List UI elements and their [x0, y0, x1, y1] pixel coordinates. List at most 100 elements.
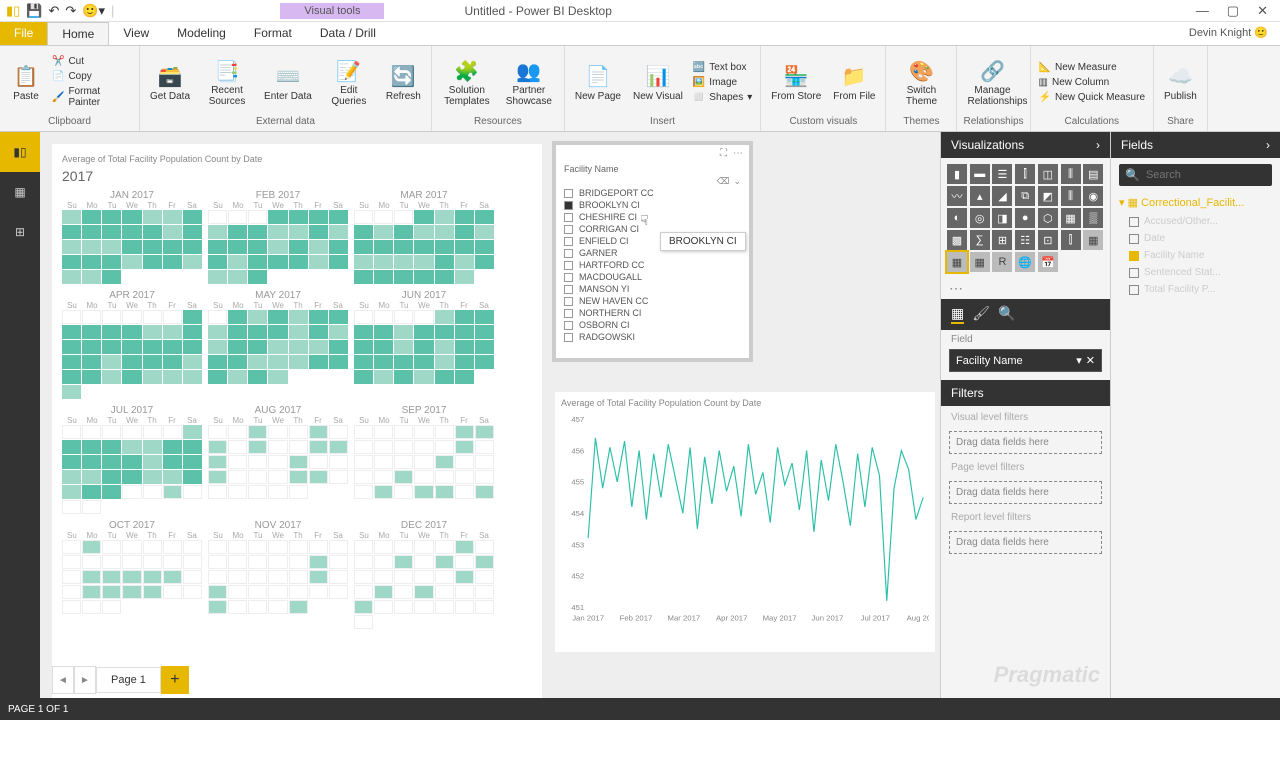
viz-type-button[interactable]: ▬ [970, 164, 990, 184]
from-store-button[interactable]: 🏪From Store [767, 61, 825, 104]
copy-button[interactable]: 📄Copy [50, 70, 133, 83]
new-measure-button[interactable]: 📐New Measure [1037, 61, 1147, 74]
undo-icon[interactable]: ↶ [49, 3, 60, 19]
viz-type-button[interactable]: ☰ [992, 164, 1012, 184]
username[interactable]: Devin Knight 🙂 [1177, 22, 1280, 45]
page-prev-button[interactable]: ◄ [52, 666, 74, 694]
field-remove-icon[interactable]: ✕ [1086, 354, 1095, 367]
fields-well-tab[interactable]: ▦ [951, 305, 964, 324]
slicer-item[interactable]: RADGOWSKI [564, 331, 741, 343]
visual-filters-drop[interactable]: Drag data fields here [949, 431, 1102, 454]
viz-type-button[interactable]: ⫼ [1061, 164, 1081, 184]
viz-type-button[interactable]: ⫿ [1061, 230, 1081, 250]
slicer-dropdown-icon[interactable]: ⌄ [733, 176, 741, 187]
viz-type-button[interactable]: ⧉ [1015, 186, 1035, 206]
get-data-button[interactable]: 🗃️Get Data [146, 61, 194, 104]
viz-type-button[interactable]: 🌐 [1015, 252, 1035, 272]
viz-type-button[interactable]: ▦ [970, 252, 990, 272]
contextual-tab[interactable]: Visual tools [280, 3, 384, 19]
viz-type-button[interactable]: 〰 [947, 186, 967, 206]
viz-type-button[interactable]: ∑ [970, 230, 990, 250]
tab-modeling[interactable]: Modeling [163, 22, 240, 45]
fields-table[interactable]: ▾ ▦ Correctional_Facilit... [1111, 192, 1280, 213]
image-button[interactable]: 🖼️Image [691, 76, 754, 89]
paste-button[interactable]: 📋Paste [6, 61, 46, 104]
minimize-button[interactable]: — [1196, 3, 1209, 19]
close-button[interactable]: ✕ [1257, 3, 1268, 19]
format-painter-button[interactable]: 🖌️Format Painter [50, 85, 133, 109]
viz-type-button[interactable]: ▴ [970, 186, 990, 206]
viz-type-button[interactable]: ⬡ [1038, 208, 1058, 228]
viz-type-button[interactable]: ⫿ [1015, 164, 1035, 184]
slicer-item[interactable]: OSBORN CI [564, 319, 741, 331]
viz-type-button[interactable]: ◩ [1038, 186, 1058, 206]
slicer-item[interactable]: CHESHIRE CI [564, 211, 741, 223]
textbox-button[interactable]: 🔤Text box [691, 61, 754, 74]
report-filters-drop[interactable]: Drag data fields here [949, 531, 1102, 554]
format-well-tab[interactable]: 🖌 [972, 305, 990, 324]
slicer-focus-icon[interactable]: ⛶ [720, 148, 727, 159]
new-quick-measure-button[interactable]: ⚡New Quick Measure [1037, 91, 1147, 104]
tab-file[interactable]: File [0, 22, 47, 45]
page-tab-1[interactable]: Page 1 [96, 667, 161, 693]
slicer-clear-icon[interactable]: ⌫ [717, 176, 730, 187]
viz-type-button[interactable]: ◎ [970, 208, 990, 228]
viz-type-button[interactable]: ◫ [1038, 164, 1058, 184]
manage-relationships-button[interactable]: 🔗Manage Relationships [963, 55, 1021, 109]
from-file-button[interactable]: 📁From File [829, 61, 879, 104]
viz-type-button[interactable]: ◉ [1083, 186, 1103, 206]
slicer-more-icon[interactable]: ⋯ [733, 148, 743, 159]
viz-type-button[interactable]: ▤ [1083, 164, 1103, 184]
data-view-button[interactable]: ▦ [0, 172, 40, 212]
slicer-item[interactable]: NEW HAVEN CC [564, 295, 741, 307]
slicer-visual[interactable]: ⛶ ⋯ Facility Name ⌫ ⌄ BRIDGEPORT CCBROOK… [555, 144, 750, 359]
slicer-item[interactable]: BRIDGEPORT CC [564, 187, 741, 199]
solution-templates-button[interactable]: 🧩Solution Templates [438, 55, 496, 109]
analytics-well-tab[interactable]: 🔍 [998, 305, 1015, 324]
fields-panel-collapse-icon[interactable]: › [1266, 138, 1270, 152]
viz-type-button[interactable]: ▩ [947, 230, 967, 250]
viz-panel-collapse-icon[interactable]: › [1096, 138, 1100, 152]
viz-type-button[interactable]: ⫼ [1061, 186, 1081, 206]
recent-sources-button[interactable]: 📑Recent Sources [198, 55, 256, 109]
new-column-button[interactable]: ▥New Column [1037, 76, 1147, 89]
viz-type-button[interactable]: ▦ [1061, 208, 1081, 228]
viz-type-button[interactable]: ▦ [1083, 230, 1103, 250]
redo-icon[interactable]: ↷ [65, 3, 76, 19]
tab-datadrill[interactable]: Data / Drill [306, 22, 390, 45]
fields-search[interactable]: 🔍 [1119, 164, 1272, 186]
field-item[interactable]: Date [1111, 230, 1280, 247]
model-view-button[interactable]: ⊞ [0, 212, 40, 252]
maximize-button[interactable]: ▢ [1227, 3, 1239, 19]
publish-button[interactable]: ☁️Publish [1160, 61, 1201, 104]
slicer-item[interactable]: BROOKLYN CI [564, 199, 741, 211]
cut-button[interactable]: ✂️Cut [50, 55, 133, 68]
save-icon[interactable]: 💾 [26, 3, 42, 19]
tab-format[interactable]: Format [240, 22, 306, 45]
new-visual-button[interactable]: 📊New Visual [629, 61, 687, 104]
viz-type-button[interactable]: 📅 [1038, 252, 1058, 272]
viz-type-button[interactable]: ● [1015, 208, 1035, 228]
slicer-item[interactable]: MANSON YI [564, 283, 741, 295]
partner-showcase-button[interactable]: 👥Partner Showcase [500, 55, 558, 109]
report-view-button[interactable]: ▮▯ [0, 132, 40, 172]
edit-queries-button[interactable]: 📝Edit Queries [320, 55, 378, 109]
slicer-item[interactable]: NORTHERN CI [564, 307, 741, 319]
switch-theme-button[interactable]: 🎨Switch Theme [892, 55, 950, 109]
add-page-button[interactable]: + [161, 666, 189, 694]
report-canvas[interactable]: Average of Total Facility Population Cou… [40, 132, 940, 698]
field-item[interactable]: Facility Name [1111, 247, 1280, 264]
slicer-item[interactable]: HARTFORD CC [564, 259, 741, 271]
fields-search-input[interactable] [1146, 169, 1280, 181]
viz-type-button[interactable]: R [992, 252, 1012, 272]
shapes-button[interactable]: ◻️Shapes▾ [691, 91, 754, 104]
viz-type-button[interactable]: ▮ [947, 164, 967, 184]
line-chart-visual[interactable]: Average of Total Facility Population Cou… [555, 392, 935, 652]
viz-type-button[interactable]: ⊞ [992, 230, 1012, 250]
smiley-icon[interactable]: 🙂▾ [82, 3, 105, 19]
tab-home[interactable]: Home [47, 22, 109, 45]
field-well-value[interactable]: Facility Name▾✕ [949, 349, 1102, 372]
field-item[interactable]: Total Facility P... [1111, 281, 1280, 298]
viz-type-button[interactable]: ▦ [947, 252, 967, 272]
viz-type-button[interactable]: ◐ [947, 208, 967, 228]
